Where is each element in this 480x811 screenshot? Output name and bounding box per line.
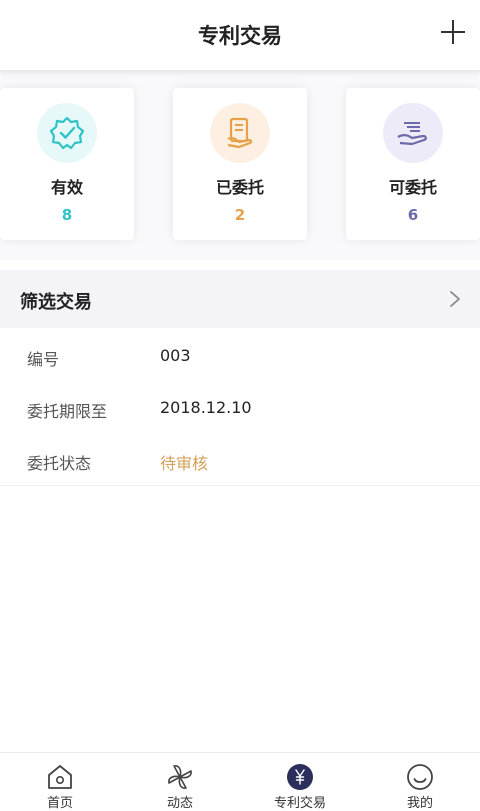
stat-count: 6: [407, 206, 419, 224]
tab-home[interactable]: 首页: [0, 753, 120, 811]
detail-row-number: 编号 003: [0, 330, 480, 382]
stat-count: 2: [234, 206, 246, 224]
status-value: 待审核: [160, 454, 209, 473]
tab-label: 动态: [166, 796, 193, 811]
stat-icon-wrap: [383, 103, 443, 163]
document-hand-icon: [227, 117, 253, 149]
stat-label: 已委托: [215, 178, 264, 197]
stats-section: 有效 8 已委托 2 可委托 6: [0, 70, 480, 260]
stat-count: 8: [61, 206, 73, 224]
detail-label: 编号: [27, 350, 60, 369]
detail-label: 委托状态: [27, 454, 92, 473]
stat-card-entrusted[interactable]: 已委托 2: [173, 88, 307, 240]
add-button[interactable]: [438, 17, 468, 47]
tab-label: 专利交易: [273, 796, 326, 811]
stat-card-valid[interactable]: 有效 8: [0, 88, 134, 240]
tab-mine[interactable]: 我的: [360, 753, 480, 811]
tab-news[interactable]: 动态: [120, 753, 240, 811]
filter-transactions-bar[interactable]: 筛选交易: [0, 270, 480, 328]
page-title: 专利交易: [198, 24, 282, 48]
detail-row-status: 委托状态 待审核: [0, 434, 480, 486]
stat-label: 有效: [50, 178, 83, 197]
detail-value: 2018.12.10: [160, 398, 252, 417]
stat-card-available[interactable]: 可委托 6: [346, 88, 480, 240]
divider: [0, 485, 480, 486]
tab-patent-trading[interactable]: 专利交易: [240, 753, 360, 811]
home-icon: [48, 765, 72, 789]
pinwheel-icon: [168, 765, 192, 789]
bottom-tab-bar: 首页 动态 专利交易 我的: [0, 752, 480, 811]
smiley-icon: [407, 764, 433, 790]
stat-icon-wrap: [210, 103, 270, 163]
hand-offer-icon: [397, 122, 427, 146]
plus-icon: [441, 20, 465, 44]
stat-icon-wrap: [37, 103, 97, 163]
filter-title: 筛选交易: [20, 292, 92, 313]
detail-label: 委托期限至: [27, 402, 108, 421]
verified-badge-icon: [49, 116, 85, 150]
chevron-right-icon: [450, 291, 460, 307]
detail-value: 003: [160, 346, 191, 365]
tab-label: 首页: [46, 796, 73, 811]
tab-label: 我的: [406, 796, 433, 811]
detail-row-deadline: 委托期限至 2018.12.10: [0, 382, 480, 434]
yen-circle-icon: [287, 764, 313, 790]
stat-label: 可委托: [388, 178, 437, 197]
app-header: 专利交易: [0, 0, 480, 70]
